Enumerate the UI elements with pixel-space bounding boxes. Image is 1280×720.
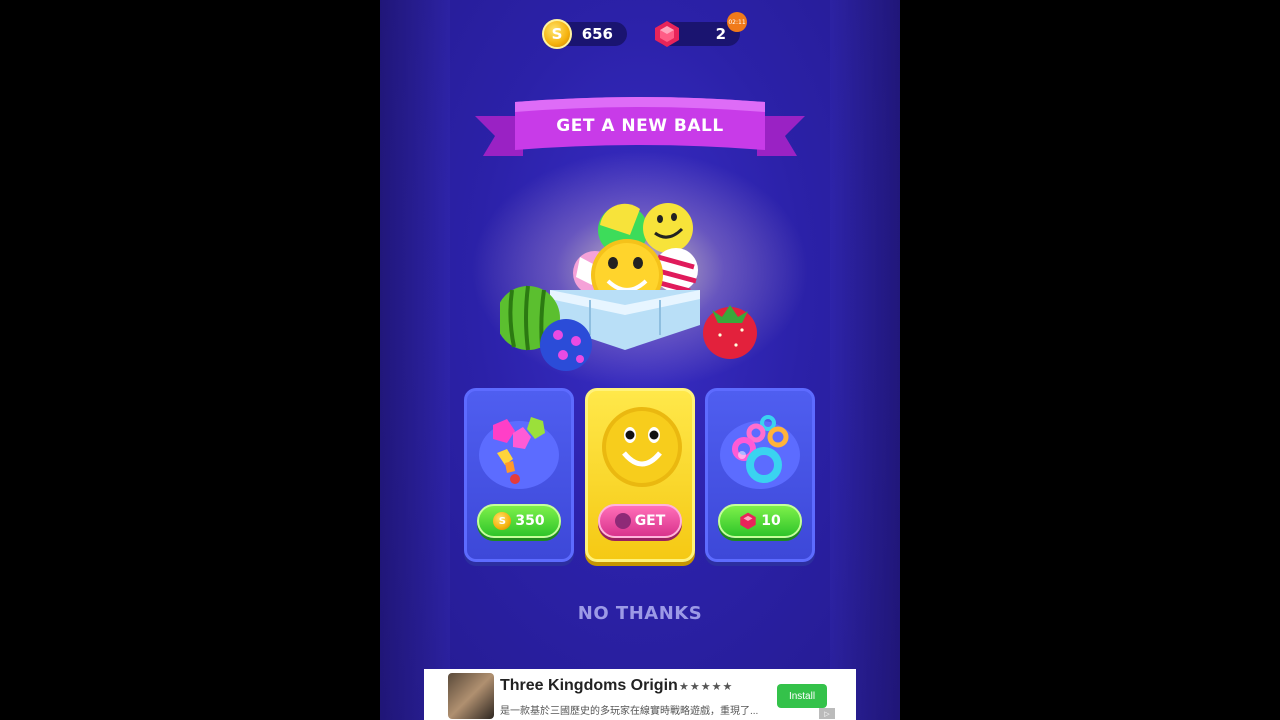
- ad-choices-icon[interactable]: ▷: [819, 708, 835, 719]
- ball-crate-pile: [500, 203, 757, 371]
- offer-card-polyhedron[interactable]: S 350: [464, 388, 574, 562]
- gem-count: 2: [715, 25, 726, 43]
- coin-icon: S: [493, 512, 512, 530]
- donut-rings-icon: [720, 415, 800, 489]
- game-screen: 656 S 2 02:11 GET A NEW BALL S 350 GET 1…: [380, 0, 900, 720]
- no-thanks-button[interactable]: NO THANKS: [380, 603, 900, 624]
- buy-gems-button[interactable]: 10: [718, 504, 802, 538]
- ad-install-button[interactable]: Install: [777, 684, 827, 708]
- coin-count: 656: [581, 25, 613, 43]
- offer-card-smiley[interactable]: GET: [585, 388, 695, 562]
- ad-app-icon: [448, 673, 494, 719]
- gem-icon: [740, 512, 756, 530]
- ad-rating-stars: ★★★★★: [679, 680, 734, 693]
- get-label: GET: [634, 513, 666, 529]
- ad-banner[interactable]: Three Kingdoms Origin ★★★★★ 是一款基於三國歷史的多玩…: [424, 669, 856, 720]
- gem-timer-badge: 02:11: [727, 12, 747, 32]
- ad-description: 是一款基於三國歷史的多玩家在線實時戰略遊戲，重現了...: [500, 706, 759, 717]
- banner-title: GET A NEW BALL: [556, 116, 724, 136]
- coin-icon: S: [542, 19, 572, 49]
- price-label: 10: [761, 513, 781, 529]
- gem-icon: [655, 21, 679, 47]
- offer-card-rings[interactable]: 10: [705, 388, 815, 562]
- get-free-button[interactable]: GET: [598, 504, 682, 538]
- ad-title: Three Kingdoms Origin: [500, 677, 678, 694]
- price-label: 350: [515, 513, 545, 529]
- buy-coins-button[interactable]: S 350: [477, 504, 561, 538]
- ad-icon: [614, 513, 631, 529]
- gem-timer-text: 02:11: [728, 18, 746, 26]
- polyhedron-balls-icon: [479, 417, 559, 489]
- smiley-ball-icon: [602, 407, 682, 487]
